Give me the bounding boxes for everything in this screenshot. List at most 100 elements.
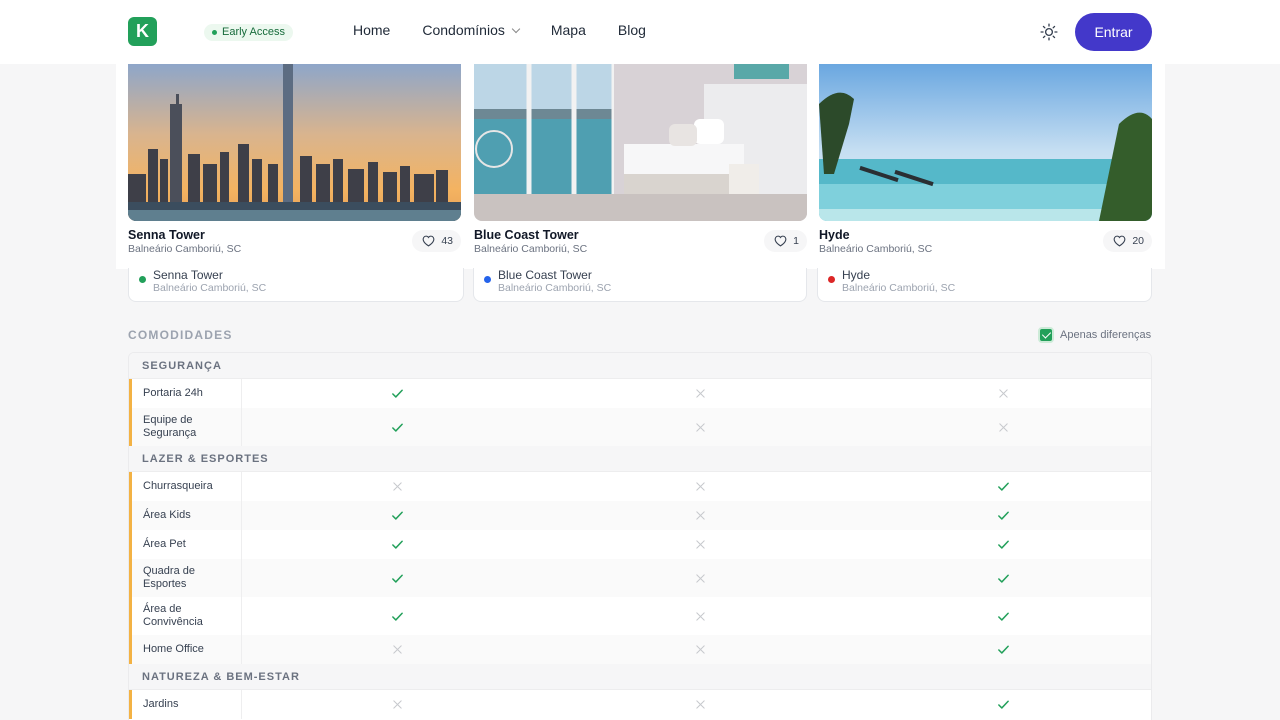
heart-icon xyxy=(422,235,435,247)
amenities-title: COMODIDADES xyxy=(128,328,233,342)
chevron-down-icon xyxy=(511,24,521,33)
amenity-label: Churrasqueira xyxy=(132,472,242,501)
like-button[interactable]: 43 xyxy=(412,230,461,252)
cross-icon xyxy=(690,472,710,501)
property-location: Balneário Camboriú, SC xyxy=(474,243,588,255)
amenity-label: Quadra de Esportes xyxy=(132,559,242,597)
login-button[interactable]: Entrar xyxy=(1075,13,1152,51)
selected-property[interactable]: Senna Tower Balneário Camboriú, SC xyxy=(128,268,464,302)
amenity-row: Quadra de Esportes xyxy=(129,559,1151,597)
compare-cards-panel: Senna Tower Balneário Camboriú, SC 43 Bl… xyxy=(116,64,1165,269)
category-header: NATUREZA & BEM-ESTAR xyxy=(129,664,1151,690)
likes-count: 20 xyxy=(1132,235,1144,247)
likes-count: 43 xyxy=(441,235,453,247)
cross-icon xyxy=(690,408,710,446)
property-name: Blue Coast Tower xyxy=(474,228,579,242)
sun-icon[interactable] xyxy=(1040,23,1058,41)
selected-location: Balneário Camboriú, SC xyxy=(498,282,612,294)
amenity-label: Área Pet xyxy=(132,530,242,559)
check-icon xyxy=(993,501,1013,530)
check-icon xyxy=(993,472,1013,501)
property-card[interactable]: Senna Tower Balneário Camboriú, SC 43 xyxy=(128,64,461,255)
check-icon xyxy=(387,379,407,408)
heart-icon xyxy=(774,235,787,247)
color-dot xyxy=(828,276,835,283)
category-header: SEGURANÇA xyxy=(129,353,1151,379)
amenity-label: Jardins xyxy=(132,690,242,719)
nav-condominios-label: Condomínios xyxy=(422,22,505,38)
property-card[interactable]: Hyde Balneário Camboriú, SC 20 xyxy=(819,64,1152,255)
amenity-label: Portaria 24h xyxy=(132,379,242,408)
check-icon xyxy=(993,635,1013,664)
cross-icon xyxy=(690,635,710,664)
amenity-row: Home Office xyxy=(129,635,1151,664)
property-photo[interactable] xyxy=(128,64,461,221)
nav-condominios[interactable]: Condomínios xyxy=(422,22,521,38)
amenity-label: Área Kids xyxy=(132,501,242,530)
cross-icon xyxy=(690,530,710,559)
only-differences-label: Apenas diferenças xyxy=(1060,329,1152,341)
cross-icon xyxy=(993,379,1013,408)
cross-icon xyxy=(387,472,407,501)
nav-mapa[interactable]: Mapa xyxy=(551,22,586,38)
selected-name: Blue Coast Tower xyxy=(498,268,592,282)
cross-icon xyxy=(690,559,710,597)
color-dot xyxy=(139,276,146,283)
cross-icon xyxy=(690,501,710,530)
property-photo[interactable] xyxy=(474,64,807,221)
cross-icon xyxy=(690,597,710,635)
cross-icon xyxy=(993,408,1013,446)
color-dot xyxy=(484,276,491,283)
only-differences-toggle[interactable]: Apenas diferenças xyxy=(1038,327,1151,343)
amenity-row: Jardins xyxy=(129,690,1151,719)
amenity-label: Home Office xyxy=(132,635,242,664)
checkbox[interactable] xyxy=(1038,327,1054,343)
amenity-row: Portaria 24h xyxy=(129,379,1151,408)
property-card[interactable]: Blue Coast Tower Balneário Camboriú, SC … xyxy=(474,64,807,255)
check-icon xyxy=(387,408,407,446)
selected-location: Balneário Camboriú, SC xyxy=(153,282,267,294)
amenity-row: Área de Convivência xyxy=(129,597,1151,635)
property-name: Hyde xyxy=(819,228,850,242)
amenity-row: Churrasqueira xyxy=(129,472,1151,501)
selected-property[interactable]: Blue Coast Tower Balneário Camboriú, SC xyxy=(473,268,807,302)
early-access-badge: Early Access xyxy=(204,24,293,41)
amenities-table: SEGURANÇA Portaria 24h Equipe de Segurança… xyxy=(128,352,1152,720)
property-photo[interactable] xyxy=(819,64,1152,221)
check-icon xyxy=(993,559,1013,597)
check-icon xyxy=(993,530,1013,559)
selected-location: Balneário Camboriú, SC xyxy=(842,282,956,294)
cross-icon xyxy=(387,690,407,719)
nav-blog[interactable]: Blog xyxy=(618,22,646,38)
property-location: Balneário Camboriú, SC xyxy=(819,243,933,255)
cross-icon xyxy=(387,635,407,664)
property-name: Senna Tower xyxy=(128,228,205,242)
property-location: Balneário Camboriú, SC xyxy=(128,243,242,255)
heart-icon xyxy=(1113,235,1126,247)
selected-name: Senna Tower xyxy=(153,268,223,282)
nav-home[interactable]: Home xyxy=(353,22,390,38)
selected-property[interactable]: Hyde Balneário Camboriú, SC xyxy=(817,268,1152,302)
amenity-row: Área Kids xyxy=(129,501,1151,530)
like-button[interactable]: 1 xyxy=(764,230,807,252)
logo[interactable]: K xyxy=(128,17,157,46)
likes-count: 1 xyxy=(793,235,799,247)
amenity-row: Equipe de Segurança xyxy=(129,408,1151,446)
status-dot xyxy=(212,30,217,35)
amenity-label: Área de Convivência xyxy=(132,597,242,635)
top-header: K Early Access Home Condomínios Mapa Blo… xyxy=(0,0,1280,64)
amenity-row: Área Pet xyxy=(129,530,1151,559)
cross-icon xyxy=(690,379,710,408)
check-icon xyxy=(993,597,1013,635)
check-icon xyxy=(387,597,407,635)
cross-icon xyxy=(690,690,710,719)
check-icon xyxy=(387,530,407,559)
amenity-label: Equipe de Segurança xyxy=(132,408,242,446)
like-button[interactable]: 20 xyxy=(1103,230,1152,252)
check-icon xyxy=(387,559,407,597)
check-icon xyxy=(387,501,407,530)
check-icon xyxy=(993,690,1013,719)
selected-name: Hyde xyxy=(842,268,871,282)
category-header: LAZER & ESPORTES xyxy=(129,446,1151,472)
badge-label: Early Access xyxy=(222,26,285,38)
